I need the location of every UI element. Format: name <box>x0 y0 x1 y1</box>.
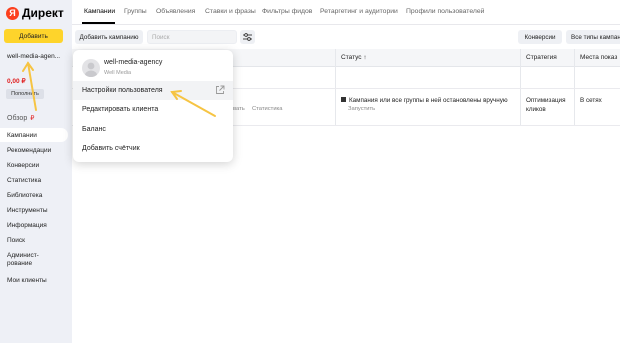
menu-item-label: Настройки пользователя <box>82 87 163 94</box>
tab-ads[interactable]: Объявления <box>156 8 195 15</box>
add-button[interactable]: Добавить <box>4 29 63 43</box>
menu-item-edit-client[interactable]: Редактировать клиента <box>73 100 233 119</box>
topup-button[interactable]: Пополнить <box>6 89 44 99</box>
sidebar-item-my-clients[interactable]: Мои клиенты <box>0 273 68 287</box>
sliders-icon <box>243 33 252 41</box>
sidebar-item-statistics[interactable]: Статистика <box>0 173 68 187</box>
menu-item-label: Редактировать клиента <box>82 106 159 113</box>
filter-button[interactable] <box>240 30 255 44</box>
sidebar-item-label: Рекомендации <box>7 146 52 154</box>
tab-feed-filters[interactable]: Фильтры фидов <box>262 8 312 15</box>
sidebar-item-label: Кампании <box>7 131 37 139</box>
dropdown-account-name: well-media-agency <box>104 59 163 66</box>
menu-item-label: Добавить счётчик <box>82 145 140 152</box>
conversions-button[interactable]: Конверсии <box>518 30 562 44</box>
tab-user-profiles[interactable]: Профили пользователей <box>406 8 484 15</box>
user-avatar-icon <box>85 62 97 77</box>
start-campaign-link[interactable]: Запустить <box>348 105 375 114</box>
sidebar-item-label: Статистика <box>7 176 42 184</box>
status-text: Кампания или все группы в ней остановлен… <box>341 96 516 105</box>
balance-warning-badge: ₽ <box>30 115 35 122</box>
tab-retargeting[interactable]: Ретаргетинг и аудитории <box>320 8 398 15</box>
strategy-value: Оптимизация кликов <box>526 96 565 114</box>
sidebar-item-recommendations[interactable]: Рекомендации <box>0 143 68 157</box>
statistics-link[interactable]: Статистика <box>252 105 282 114</box>
status-header-label: Статус <box>341 54 362 61</box>
logo[interactable]: Я Директ <box>6 6 64 20</box>
account-dropdown: well-media-agency Well Media Настройки п… <box>73 50 233 162</box>
yandex-logo-icon: Я <box>6 6 19 20</box>
sidebar-item-label: Библиотека <box>7 191 43 199</box>
account-name[interactable]: well-media-agen... <box>7 53 60 60</box>
sidebar-item-campaigns[interactable]: Кампании <box>0 128 68 142</box>
status-stopped-icon <box>341 97 346 102</box>
sidebar-item-label: Мои клиенты <box>7 276 47 284</box>
balance-value: 0,00 ₽ <box>7 78 26 85</box>
sidebar-item-conversions[interactable]: Конверсии <box>0 158 68 172</box>
strategy-line2: кликов <box>526 106 546 113</box>
menu-item-user-settings[interactable]: Настройки пользователя <box>73 81 233 100</box>
menu-item-label: Баланс <box>82 126 106 133</box>
external-link-icon <box>216 85 225 94</box>
sidebar-item-label: Поиск <box>7 236 26 244</box>
sidebar-item-administration[interactable]: Админист-рование <box>0 251 68 271</box>
column-header-status[interactable]: Статус ↑ <box>341 54 367 61</box>
sidebar-item-label: Админист-рование <box>7 252 39 268</box>
label-line1: Админист- <box>7 252 39 259</box>
logo-text: Директ <box>22 6 64 20</box>
dropdown-account-subtitle: Well Media <box>104 70 132 76</box>
row-link-partial[interactable]: вать <box>233 105 245 114</box>
column-header-placements[interactable]: Места показ <box>580 54 617 61</box>
avatar <box>82 59 100 77</box>
sidebar-item-tools[interactable]: Инструменты <box>0 203 68 217</box>
campaign-type-select[interactable]: Все типы кампан <box>566 30 620 44</box>
column-header-strategy[interactable]: Стратегия <box>526 54 557 61</box>
status-label: Кампания или все группы в ней остановлен… <box>349 97 508 104</box>
sidebar-item-label: Обзор <box>7 115 28 122</box>
placement-value: В сетях <box>580 97 602 104</box>
sidebar-item-search[interactable]: Поиск <box>0 233 68 247</box>
sidebar-item-information[interactable]: Информация <box>0 218 68 232</box>
sidebar-item-label: Информация <box>7 221 47 229</box>
sidebar-item-library[interactable]: Библиотека <box>0 188 68 202</box>
sort-arrow-icon: ↑ <box>363 54 367 61</box>
sidebar-item-label: Инструменты <box>7 206 48 214</box>
add-campaign-button[interactable]: Добавить кампанию <box>75 30 143 44</box>
tab-bar: Кампании Группы Объявления Ставки и фраз… <box>72 0 620 25</box>
tab-bids-phrases[interactable]: Ставки и фразы <box>205 8 256 15</box>
sidebar: Я Директ Добавить well-media-agen... 0,0… <box>0 0 72 343</box>
active-tab-indicator <box>82 22 115 24</box>
sidebar-item-overview[interactable]: Обзор ₽ <box>7 114 34 122</box>
menu-item-balance[interactable]: Баланс <box>73 120 233 139</box>
strategy-line1: Оптимизация <box>526 97 566 104</box>
tab-groups[interactable]: Группы <box>124 8 147 15</box>
menu-item-add-counter[interactable]: Добавить счётчик <box>73 139 233 158</box>
tab-campaigns[interactable]: Кампании <box>84 8 115 15</box>
label-line2: рование <box>7 260 33 267</box>
sidebar-item-label: Конверсии <box>7 161 40 169</box>
search-input[interactable]: Поиск <box>147 30 237 44</box>
